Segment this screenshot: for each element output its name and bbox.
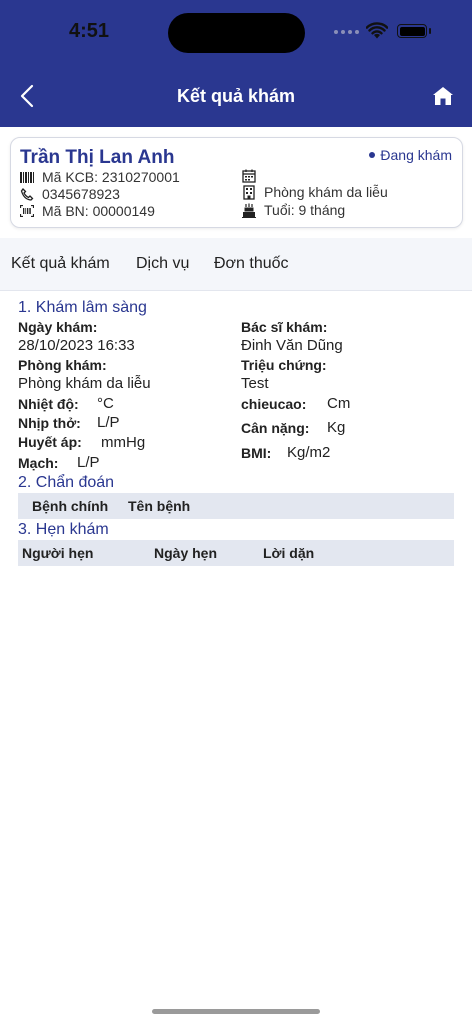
wifi-icon bbox=[366, 22, 388, 39]
clinical-exam-title: 1. Khám lâm sàng bbox=[18, 299, 147, 316]
home-icon[interactable] bbox=[432, 86, 454, 106]
phone-number: 0345678923 bbox=[42, 186, 120, 202]
bmi-unit: Kg/m2 bbox=[287, 444, 331, 461]
blood-pressure-unit: mmHg bbox=[101, 434, 146, 451]
kcb-code: Mã KCB: 2310270001 bbox=[42, 169, 180, 185]
dynamic-island bbox=[168, 13, 305, 53]
exam-date-value: 28/10/2023 16:33 bbox=[18, 337, 135, 354]
age-row: Tuổi: 9 tháng bbox=[242, 202, 345, 218]
height-unit: Cm bbox=[327, 395, 351, 412]
bn-code: Mã BN: 00000149 bbox=[42, 203, 155, 219]
column-advice: Lời dặn bbox=[263, 545, 315, 561]
weight-unit: Kg bbox=[327, 419, 346, 436]
height-label: chieucao: bbox=[241, 396, 307, 412]
page-title: Kết quả khám bbox=[176, 86, 296, 106]
status-text: Đang khám bbox=[380, 147, 452, 163]
column-appointment-date: Ngày hẹn bbox=[154, 545, 218, 561]
blood-pressure-label: Huyết áp: bbox=[18, 434, 82, 450]
hospital-building-icon bbox=[243, 184, 255, 200]
phone-row: 0345678923 bbox=[20, 186, 120, 202]
room-value: Phòng khám da liễu bbox=[18, 375, 151, 392]
scan-barcode-icon bbox=[20, 205, 34, 217]
temperature-unit: °C bbox=[97, 395, 114, 412]
breath-rate-unit: L/P bbox=[97, 414, 120, 431]
calendar-icon bbox=[242, 169, 256, 183]
home-indicator[interactable] bbox=[152, 1009, 320, 1014]
tab-exam-result[interactable]: Kết quả khám bbox=[11, 255, 110, 273]
appointment-table-header: Người hẹn Ngày hẹn Lời dặn bbox=[18, 540, 454, 566]
status-dot-icon bbox=[369, 152, 376, 158]
app-header: 4:51 Kết quả khám bbox=[0, 0, 472, 127]
doctor-value: Đinh Văn Dũng bbox=[241, 337, 343, 354]
breath-rate-label: Nhịp thở: bbox=[18, 415, 81, 431]
barcode-icon bbox=[20, 171, 34, 183]
patient-info-card: Trần Thị Lan Anh Đang khám Mã KCB: 23102… bbox=[10, 137, 463, 228]
bmi-label: BMI: bbox=[241, 445, 272, 461]
phone-icon bbox=[20, 187, 34, 201]
pulse-label: Mạch: bbox=[18, 455, 59, 471]
tab-services[interactable]: Dịch vụ bbox=[136, 255, 189, 273]
exam-date-label: Ngày khám: bbox=[18, 319, 98, 335]
weight-label: Cân nặng: bbox=[241, 420, 310, 436]
column-appointer: Người hẹn bbox=[22, 545, 94, 561]
clinic-row: Phòng khám da liễu bbox=[242, 184, 388, 200]
doctor-label: Bác sĩ khám: bbox=[241, 319, 328, 335]
symptom-value: Test bbox=[241, 375, 269, 392]
patient-name: Trần Thị Lan Anh bbox=[20, 147, 175, 168]
tab-prescription[interactable]: Đơn thuốc bbox=[214, 255, 289, 273]
appointment-title: 3. Hẹn khám bbox=[18, 521, 109, 538]
room-label: Phòng khám: bbox=[18, 357, 107, 373]
temperature-label: Nhiệt độ: bbox=[18, 396, 79, 412]
calendar-row bbox=[242, 169, 256, 183]
status-badge: Đang khám bbox=[369, 147, 452, 163]
symptom-label: Triệu chứng: bbox=[241, 357, 327, 373]
tab-bar: Kết quả khám Dịch vụ Đơn thuốc bbox=[0, 238, 472, 291]
battery-icon bbox=[397, 24, 431, 38]
patient-age: Tuổi: 9 tháng bbox=[264, 202, 346, 218]
diagnosis-table-header: Bệnh chính Tên bệnh bbox=[18, 493, 454, 519]
diagnosis-title: 2. Chẩn đoán bbox=[18, 474, 115, 491]
column-main-disease: Bệnh chính bbox=[32, 498, 109, 514]
kcb-code-row: Mã KCB: 2310270001 bbox=[20, 169, 180, 185]
status-time: 4:51 bbox=[69, 20, 110, 42]
clinic-name: Phòng khám da liễu bbox=[264, 184, 388, 200]
pulse-unit: L/P bbox=[77, 454, 100, 471]
cellular-signal-icon bbox=[334, 30, 359, 34]
birthday-cake-icon bbox=[242, 203, 256, 218]
column-disease-name: Tên bệnh bbox=[128, 498, 191, 514]
bn-code-row: Mã BN: 00000149 bbox=[20, 203, 155, 219]
